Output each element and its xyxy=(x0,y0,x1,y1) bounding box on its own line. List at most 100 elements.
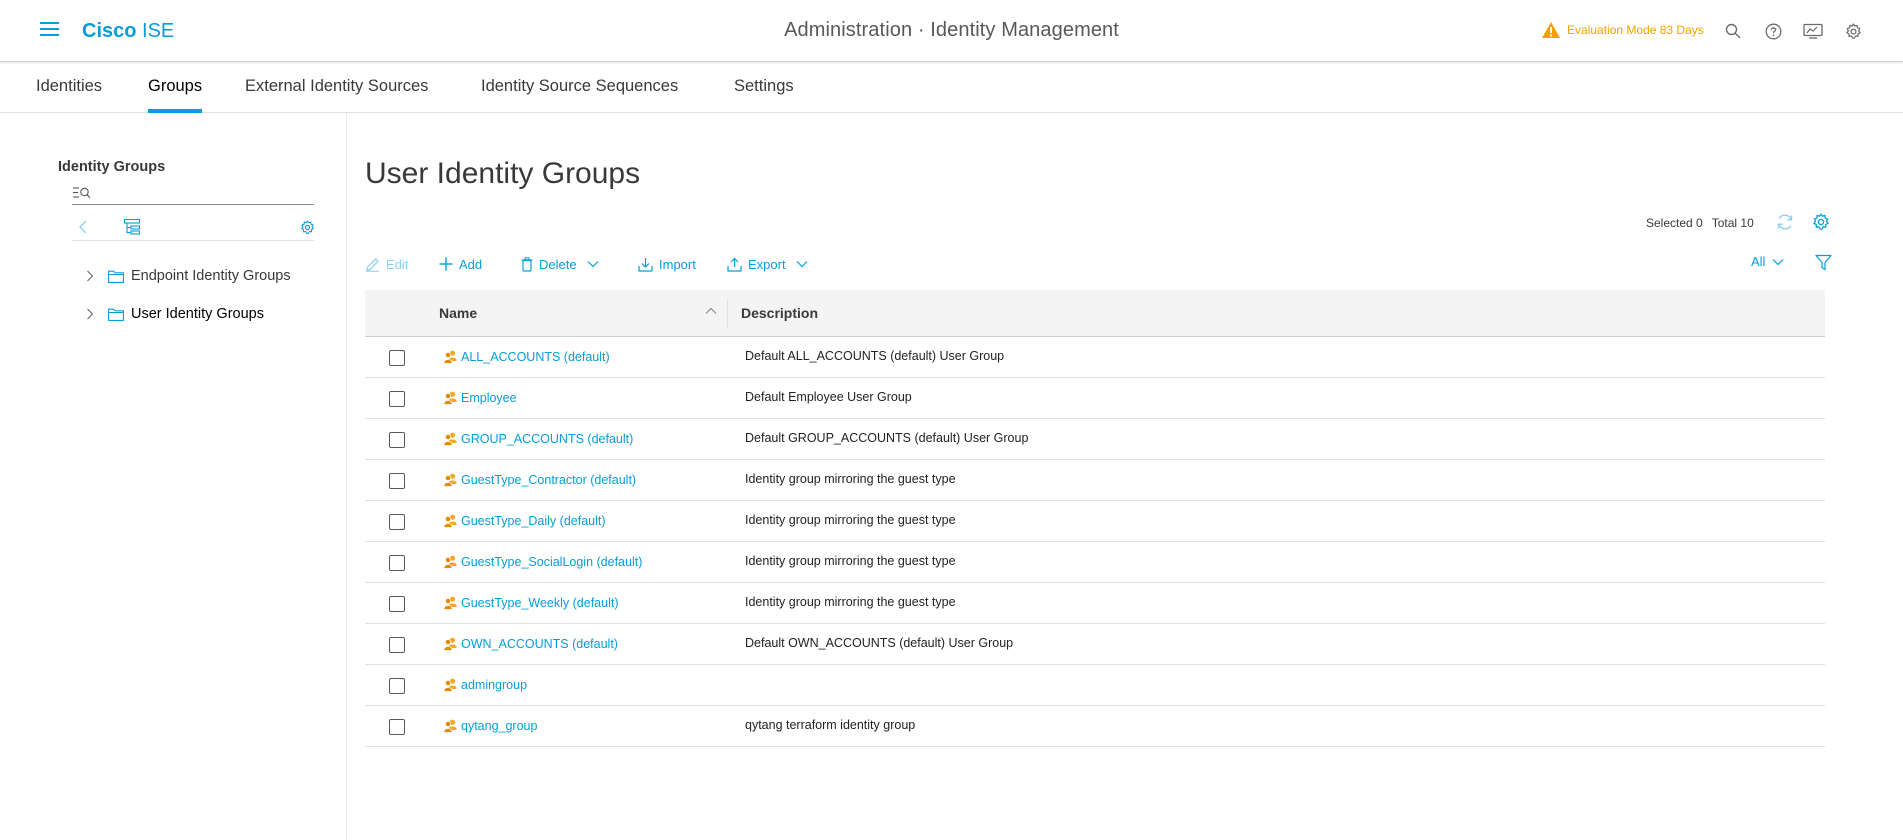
help-icon[interactable] xyxy=(1763,21,1783,41)
row-checkbox[interactable] xyxy=(389,637,405,653)
group-description: Identity group mirroring the guest type xyxy=(745,472,956,486)
collapse-left-icon[interactable] xyxy=(78,220,88,234)
folder-icon xyxy=(108,308,124,321)
export-icon xyxy=(727,257,742,272)
group-name-link[interactable]: Employee xyxy=(461,391,517,405)
tab-identity-source-sequences[interactable]: Identity Source Sequences xyxy=(481,77,678,113)
selection-counts: Selected 0 Total 10 xyxy=(1646,216,1754,230)
group-name-link[interactable]: GROUP_ACCOUNTS (default) xyxy=(461,432,633,446)
row-checkbox[interactable] xyxy=(389,432,405,448)
table-row: qytang_group qytang terraform identity g… xyxy=(365,706,1825,747)
chevron-down-icon xyxy=(1773,258,1784,265)
tab-identities[interactable]: Identities xyxy=(36,77,102,113)
group-name-link[interactable]: GuestType_SocialLogin (default) xyxy=(461,555,642,569)
user-group-icon xyxy=(443,678,457,692)
user-group-icon xyxy=(443,514,457,528)
group-description: Default ALL_ACCOUNTS (default) User Grou… xyxy=(745,349,1005,363)
delete-button[interactable]: Delete xyxy=(521,254,599,274)
group-description: qytang terraform identity group xyxy=(745,718,916,732)
user-group-icon xyxy=(443,473,457,487)
warning-icon xyxy=(1542,22,1560,38)
table-row: GuestType_Contractor (default) Identity … xyxy=(365,460,1825,501)
filter-search-icon xyxy=(73,187,91,199)
tab-settings[interactable]: Settings xyxy=(734,77,794,113)
export-label: Export xyxy=(748,256,786,272)
brand-name: Cisco xyxy=(82,20,137,42)
page-title: User Identity Groups xyxy=(365,157,641,190)
table-row: OWN_ACCOUNTS (default) Default OWN_ACCOU… xyxy=(365,624,1825,665)
chevron-down-icon xyxy=(796,261,808,268)
table-row: admingroup xyxy=(365,665,1825,706)
tree-item-label: Endpoint Identity Groups xyxy=(131,268,291,284)
table-row: GROUP_ACCOUNTS (default) Default GROUP_A… xyxy=(365,419,1825,460)
group-name-link[interactable]: GuestType_Contractor (default) xyxy=(461,473,636,487)
total-count: Total 10 xyxy=(1711,216,1754,230)
row-checkbox[interactable] xyxy=(389,391,405,407)
row-checkbox[interactable] xyxy=(389,596,405,612)
brand-product: ISE xyxy=(142,20,175,42)
group-description: Default OWN_ACCOUNTS (default) User Grou… xyxy=(745,636,1014,650)
edit-button[interactable]: Edit xyxy=(365,254,408,274)
chevron-right-icon[interactable] xyxy=(84,308,96,320)
export-button[interactable]: Export xyxy=(727,254,808,274)
row-checkbox[interactable] xyxy=(389,350,405,366)
tree-item-endpoint-identity-groups[interactable]: Endpoint Identity Groups xyxy=(84,264,291,288)
plus-icon xyxy=(439,257,453,271)
tab-groups[interactable]: Groups xyxy=(148,77,203,113)
trash-icon xyxy=(521,256,533,272)
table-row: ALL_ACCOUNTS (default) Default ALL_ACCOU… xyxy=(365,337,1825,378)
group-name-link[interactable]: OWN_ACCOUNTS (default) xyxy=(461,637,618,651)
gear-icon[interactable] xyxy=(1843,21,1863,41)
identity-groups-panel: Identity Groups Endpoint Identity Groups… xyxy=(0,113,347,840)
user-group-icon xyxy=(443,391,457,405)
row-checkbox[interactable] xyxy=(389,473,405,489)
tree-settings-gear-icon[interactable] xyxy=(300,220,315,235)
row-checkbox[interactable] xyxy=(389,719,405,735)
tree-item-user-identity-groups[interactable]: User Identity Groups xyxy=(84,302,264,326)
edit-label: Edit xyxy=(386,256,409,272)
group-name-link[interactable]: ALL_ACCOUNTS (default) xyxy=(461,350,610,364)
group-name-link[interactable]: GuestType_Daily (default) xyxy=(461,514,606,528)
filter-icon[interactable] xyxy=(1815,254,1832,271)
table-header: Name Description xyxy=(365,290,1825,337)
evaluation-mode-notice[interactable]: Evaluation Mode 83 Days xyxy=(1541,20,1704,40)
column-divider[interactable] xyxy=(727,300,728,327)
group-description: Identity group mirroring the guest type xyxy=(745,513,956,527)
user-group-icon xyxy=(443,719,457,733)
import-button[interactable]: Import xyxy=(638,254,696,274)
table-settings-gear-icon[interactable] xyxy=(1812,213,1830,231)
tree-view-icon[interactable] xyxy=(124,219,140,235)
search-icon[interactable] xyxy=(1723,21,1743,41)
tree-search-field[interactable] xyxy=(72,183,314,205)
column-header-description[interactable]: Description xyxy=(741,305,818,321)
evaluation-mode-text: Evaluation Mode 83 Days xyxy=(1567,23,1704,37)
chevron-down-icon xyxy=(587,261,599,268)
tab-external-identity-sources[interactable]: External Identity Sources xyxy=(245,77,428,113)
row-checkbox[interactable] xyxy=(389,678,405,694)
row-checkbox[interactable] xyxy=(389,514,405,530)
add-button[interactable]: Add xyxy=(439,254,482,274)
quick-filter-value: All xyxy=(1751,254,1766,269)
group-name-link[interactable]: GuestType_Weekly (default) xyxy=(461,596,618,610)
refresh-icon[interactable] xyxy=(1776,213,1794,231)
dashboard-icon[interactable] xyxy=(1803,21,1823,41)
sort-ascending-icon[interactable] xyxy=(705,307,717,315)
menu-icon[interactable] xyxy=(40,22,59,38)
brand-logo[interactable]: Cisco ISE xyxy=(82,20,174,43)
user-group-icon xyxy=(443,555,457,569)
user-group-icon xyxy=(443,596,457,610)
pencil-icon xyxy=(366,257,380,272)
folder-icon xyxy=(108,270,124,283)
tree-toolbar xyxy=(72,215,314,241)
quick-filter-select[interactable]: All xyxy=(1751,254,1784,269)
row-checkbox[interactable] xyxy=(389,555,405,571)
group-name-link[interactable]: admingroup xyxy=(461,678,527,692)
top-header: Cisco ISE Administration · Identity Mana… xyxy=(0,0,1903,62)
user-group-icon xyxy=(443,432,457,446)
group-name-link[interactable]: qytang_group xyxy=(461,719,537,733)
user-group-icon xyxy=(443,350,457,364)
chevron-right-icon[interactable] xyxy=(84,270,96,282)
delete-label: Delete xyxy=(539,256,577,272)
user-identity-groups-table: Name Description ALL_ACCOUNTS (default) … xyxy=(365,290,1825,747)
column-header-name[interactable]: Name xyxy=(439,305,477,321)
